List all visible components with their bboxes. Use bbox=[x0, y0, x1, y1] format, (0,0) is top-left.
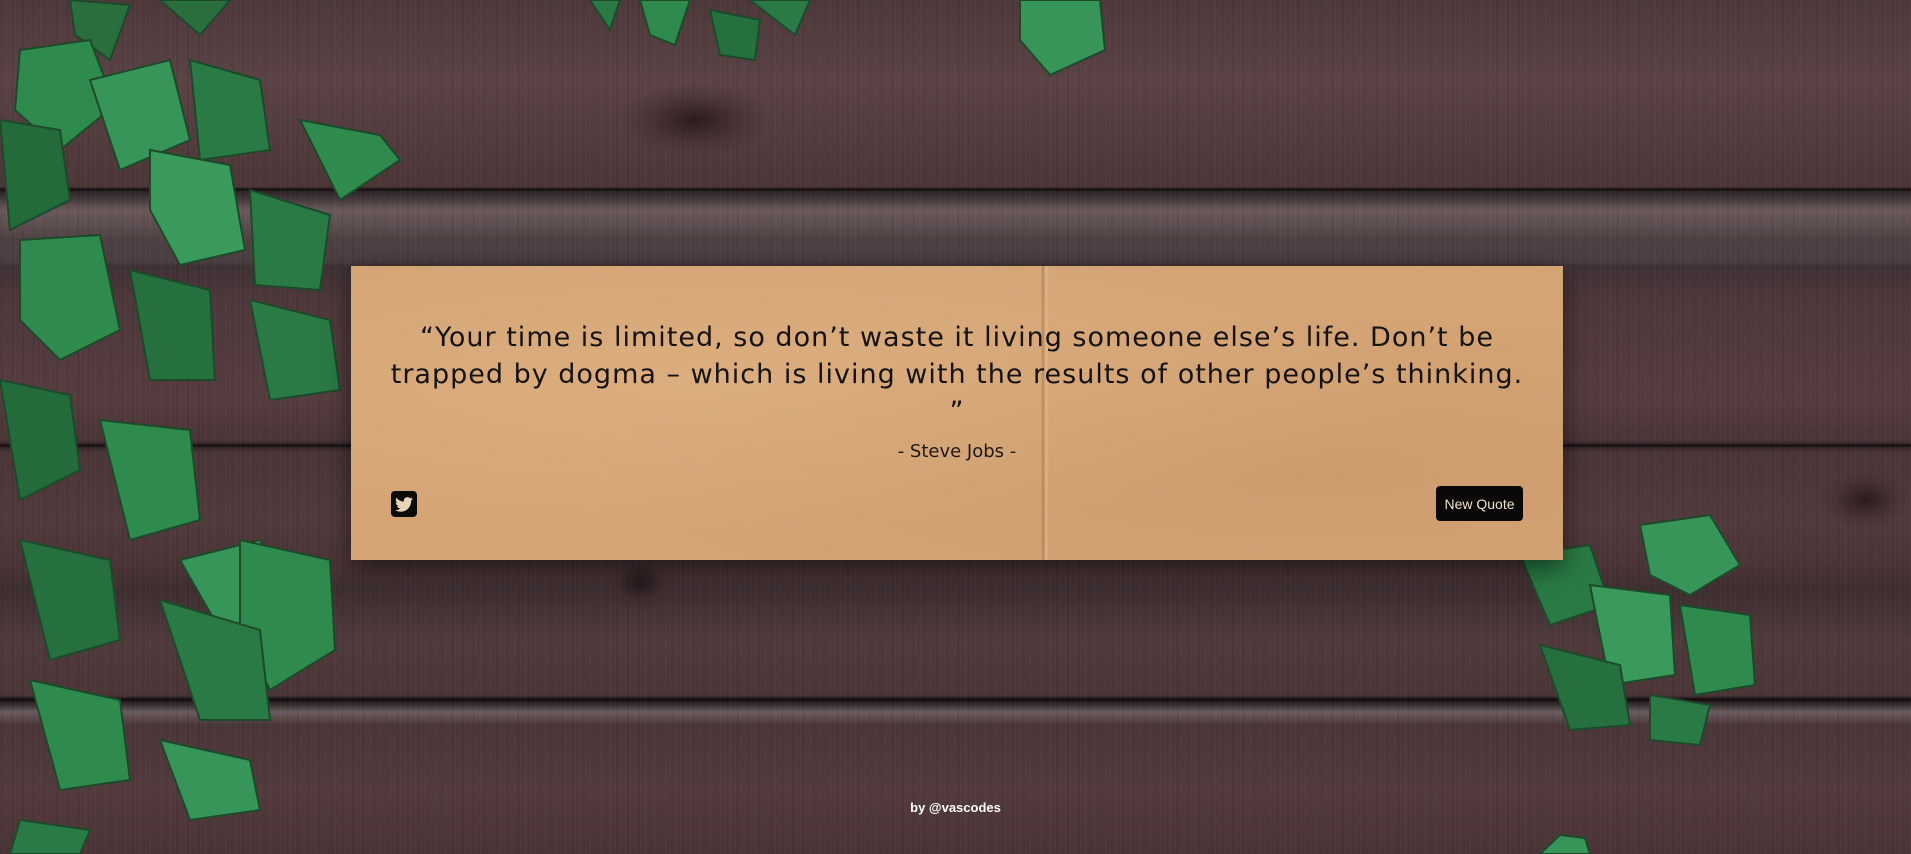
footer-credit: by @vascodes bbox=[910, 800, 1001, 815]
ivy-leaf-bottom bbox=[1538, 833, 1592, 854]
new-quote-button[interactable]: New Quote bbox=[1436, 486, 1523, 521]
quote-card: “Your time is limited, so don’t waste it… bbox=[351, 266, 1563, 560]
quote-author: - Steve Jobs - bbox=[897, 441, 1017, 462]
ivy-vine-top bbox=[588, 0, 1107, 77]
wood-knot bbox=[1820, 470, 1910, 530]
wood-knot bbox=[620, 85, 770, 155]
tweet-quote-button[interactable] bbox=[391, 491, 417, 517]
twitter-icon bbox=[395, 496, 413, 512]
wood-knot bbox=[605, 555, 675, 610]
quote-text: “Your time is limited, so don’t waste it… bbox=[390, 322, 1524, 427]
